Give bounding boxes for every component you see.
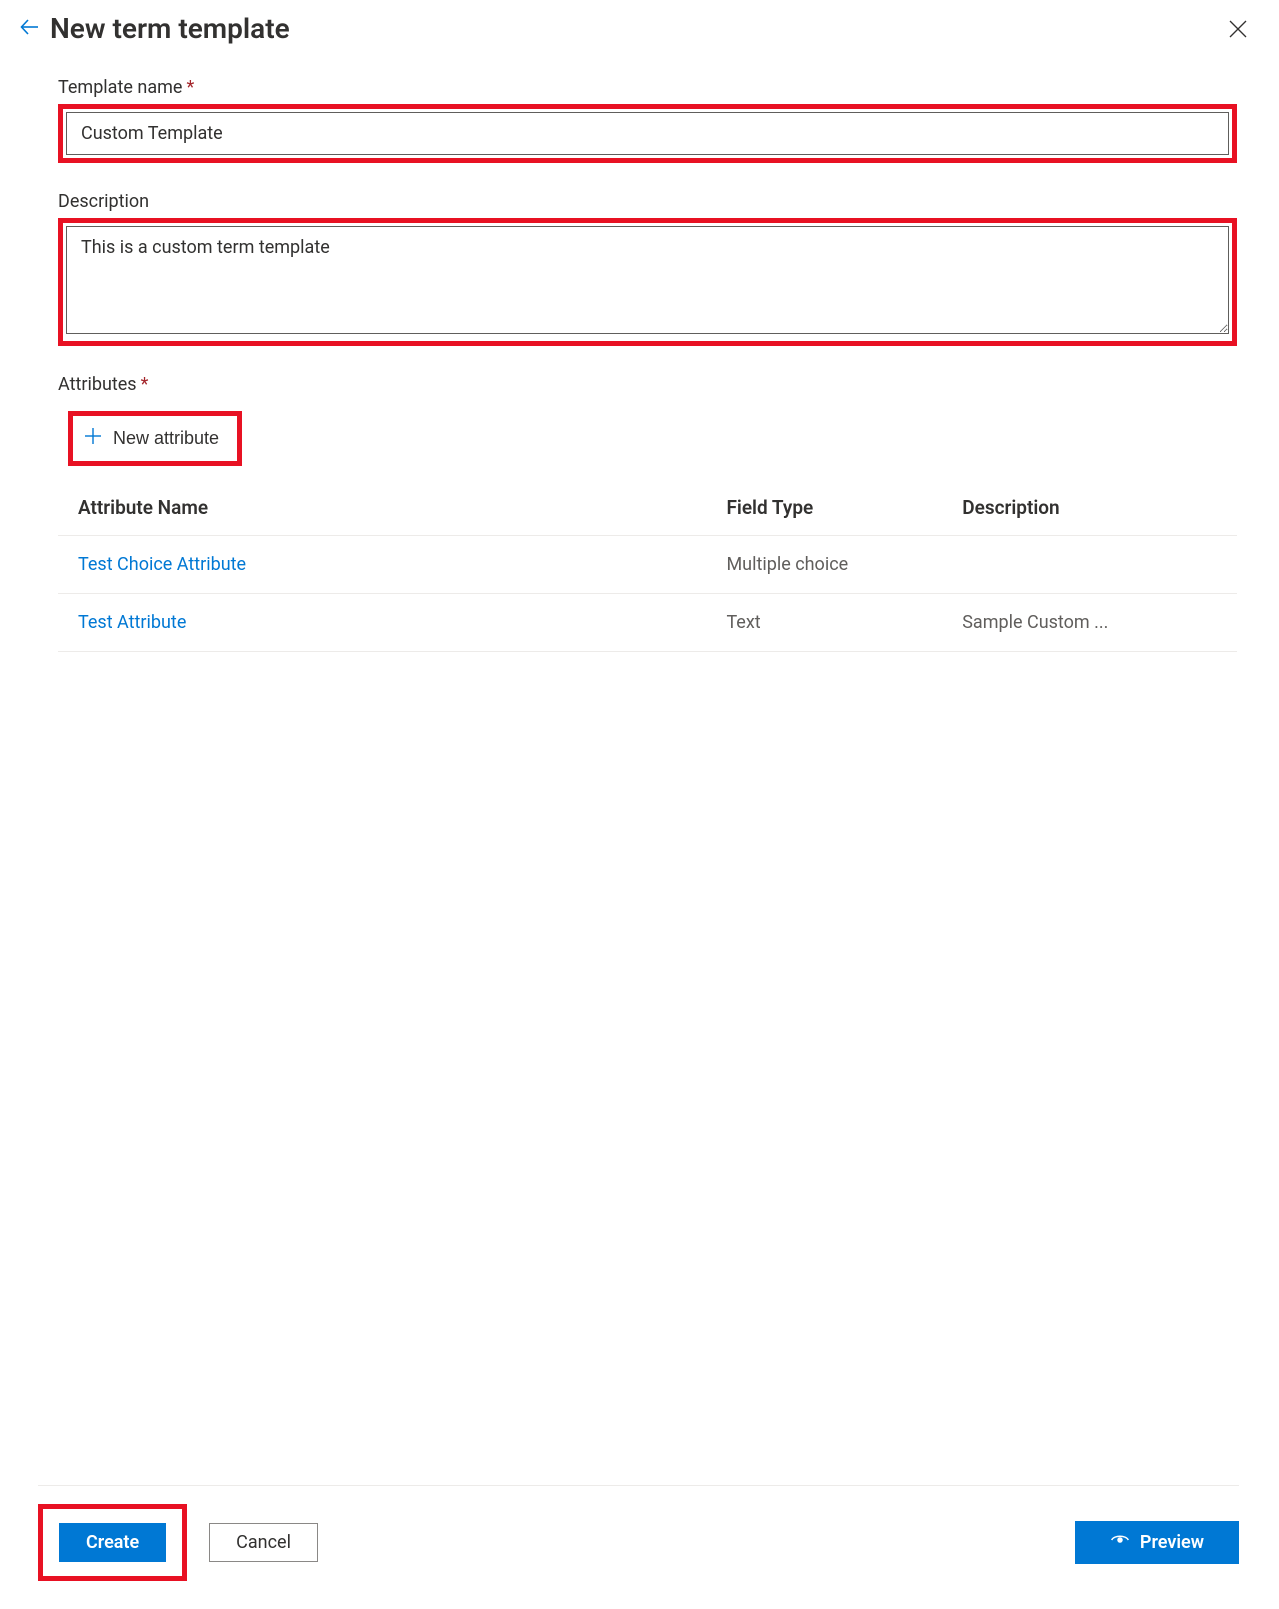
attribute-desc <box>942 536 1237 594</box>
template-name-input[interactable] <box>66 112 1229 155</box>
attribute-type: Text <box>706 594 942 652</box>
cancel-button[interactable]: Cancel <box>209 1523 318 1562</box>
cancel-button-label: Cancel <box>236 1532 291 1553</box>
attribute-type: Multiple choice <box>706 536 942 594</box>
template-name-label-text: Template name <box>58 77 182 98</box>
col-header-type[interactable]: Field Type <box>706 480 942 536</box>
table-row: Test Choice Attribute Multiple choice <box>58 536 1237 594</box>
new-attribute-label: New attribute <box>113 428 219 449</box>
create-button-highlight: Create <box>38 1504 187 1581</box>
description-input[interactable] <box>66 226 1229 334</box>
template-name-highlight <box>58 104 1237 163</box>
new-term-template-panel: New term template Template name* Descrip… <box>0 0 1279 1609</box>
attributes-label-text: Attributes <box>58 374 137 395</box>
attribute-link[interactable]: Test Choice Attribute <box>78 554 246 575</box>
col-header-desc[interactable]: Description <box>942 480 1237 536</box>
required-asterisk: * <box>186 77 194 98</box>
preview-button[interactable]: Preview <box>1075 1521 1239 1564</box>
panel-header: New term template <box>18 0 1261 49</box>
description-label: Description <box>58 191 1237 212</box>
plus-icon <box>83 426 103 451</box>
close-button[interactable] <box>1223 14 1253 47</box>
close-icon <box>1227 28 1249 43</box>
panel-footer: Create Cancel Preview <box>0 1485 1279 1581</box>
required-asterisk: * <box>141 374 149 395</box>
page-title: New term template <box>50 12 290 45</box>
description-highlight <box>58 218 1237 346</box>
table-row: Test Attribute Text Sample Custom ... <box>58 594 1237 652</box>
new-attribute-button[interactable]: New attribute <box>73 416 237 461</box>
template-name-label: Template name* <box>58 77 1237 98</box>
preview-button-label: Preview <box>1140 1532 1204 1553</box>
attributes-table: Attribute Name Field Type Description Te… <box>58 480 1237 652</box>
attribute-link[interactable]: Test Attribute <box>78 612 186 633</box>
create-button-label: Create <box>86 1532 139 1553</box>
footer-separator <box>38 1485 1239 1486</box>
form-area: Template name* Description Attributes* N <box>18 49 1261 652</box>
attribute-desc: Sample Custom ... <box>942 594 1237 652</box>
create-button[interactable]: Create <box>59 1523 166 1562</box>
arrow-left-icon <box>18 15 42 42</box>
col-header-name[interactable]: Attribute Name <box>58 480 706 536</box>
back-button[interactable] <box>18 15 50 42</box>
new-attribute-highlight: New attribute <box>68 411 242 466</box>
attributes-label: Attributes* <box>58 374 1237 395</box>
preview-icon <box>1110 1530 1130 1555</box>
